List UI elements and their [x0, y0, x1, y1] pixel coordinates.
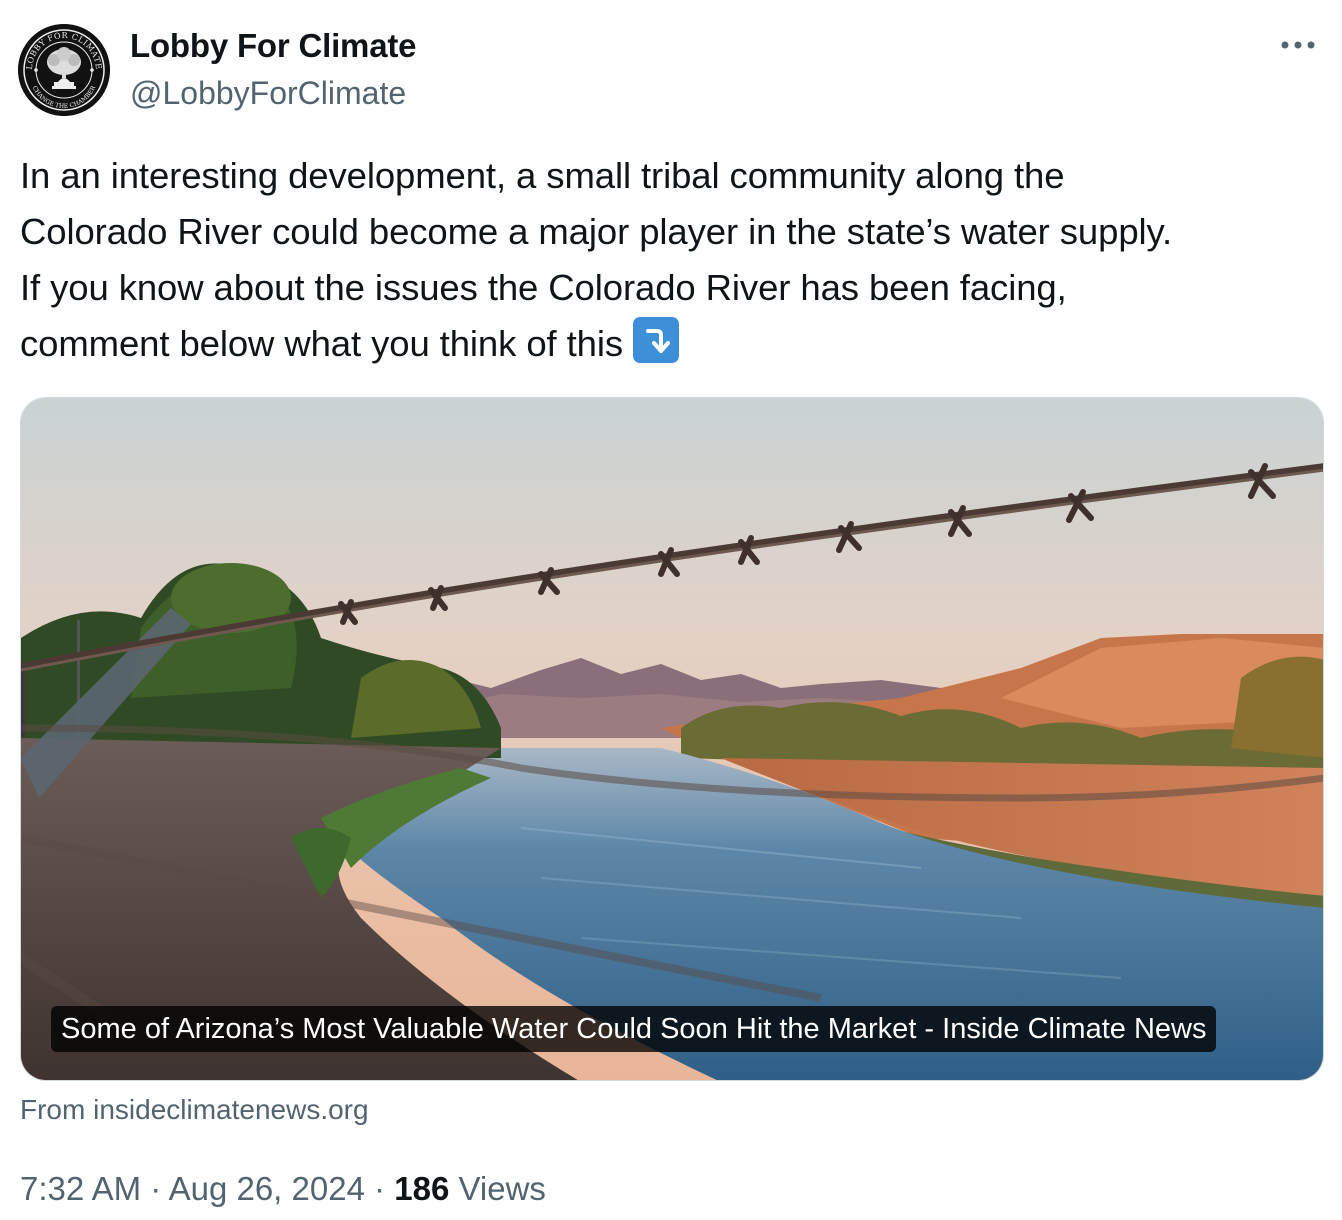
tweet-meta: 7:32 AM · Aug 26, 2024 · 186 Views — [20, 1168, 546, 1210]
views-label: Views — [449, 1170, 546, 1207]
card-caption: Some of Arizona’s Most Valuable Water Co… — [51, 1006, 1217, 1052]
separator: · — [141, 1170, 169, 1207]
author-display-name[interactable]: Lobby For Climate — [130, 26, 416, 66]
tweet-text-line-last: comment below what you think of this — [20, 316, 1320, 372]
lobby-for-climate-logo: LOBBY FOR CLIMATE CHANGE THE CHAMBER — [18, 24, 110, 116]
author-handle[interactable]: @LobbyForClimate — [130, 73, 406, 113]
article-photo — [21, 398, 1323, 1080]
tweet-text-line: If you know about the issues the Colorad… — [20, 267, 1067, 308]
link-card[interactable]: Some of Arizona’s Most Valuable Water Co… — [20, 397, 1324, 1081]
views-count: 186 — [394, 1170, 450, 1207]
tweet-text-line: Colorado River could become a major play… — [20, 211, 1173, 252]
arrow-curving-down-icon — [633, 317, 679, 363]
tweet-time[interactable]: 7:32 AM — [20, 1170, 141, 1207]
more-options-button[interactable] — [1276, 30, 1320, 60]
tweet-text: In an interesting development, a small t… — [20, 148, 1320, 372]
tweet-date[interactable]: Aug 26, 2024 — [169, 1170, 365, 1207]
tweet-text-line: In an interesting development, a small t… — [20, 155, 1065, 196]
more-horizontal-icon — [1281, 41, 1315, 49]
avatar[interactable]: LOBBY FOR CLIMATE CHANGE THE CHAMBER — [18, 24, 110, 116]
card-source[interactable]: From insideclimatenews.org — [20, 1092, 369, 1128]
tweet-text-line: comment below what you think of this — [20, 323, 623, 364]
separator: · — [364, 1170, 395, 1207]
